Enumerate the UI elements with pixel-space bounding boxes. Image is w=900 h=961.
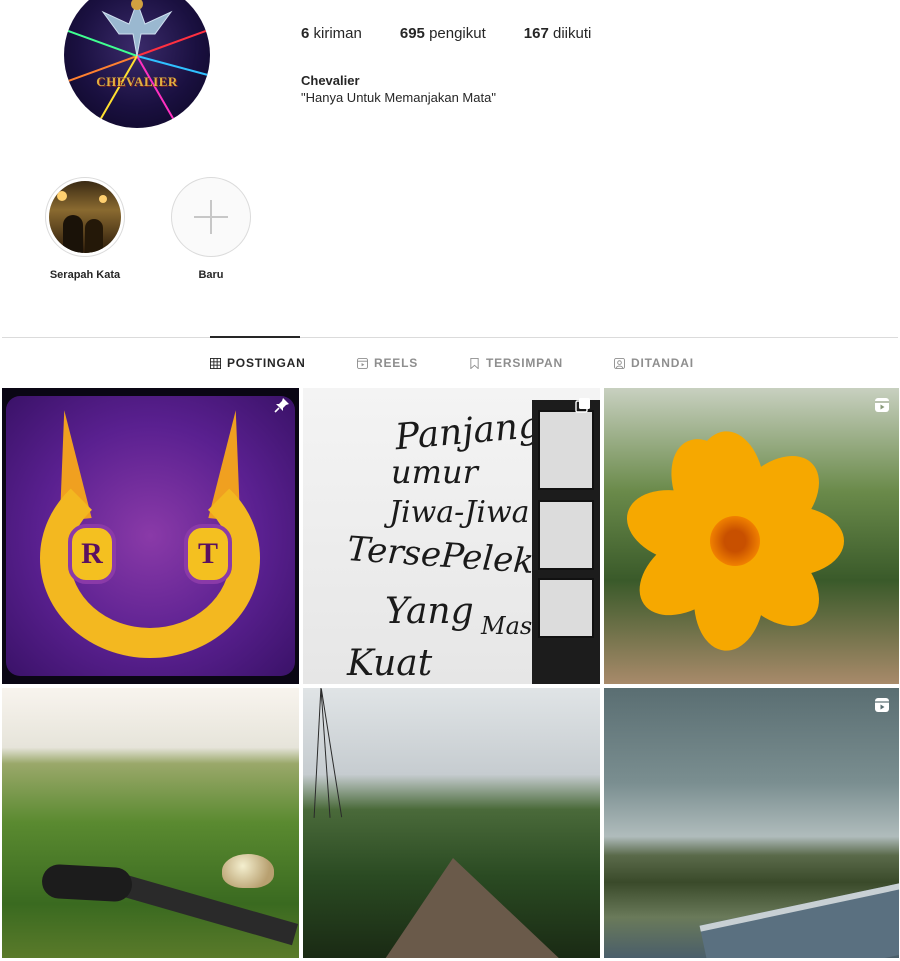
tab-label: TERSIMPAN [486,356,563,370]
reels-icon [357,357,368,369]
bridge-deck [383,858,563,958]
grid-icon [210,357,221,369]
tab-label: REELS [374,356,419,370]
profile-avatar[interactable]: CHEVALIER [64,0,210,128]
avatar-logo-text: CHEVALIER [96,74,178,89]
bookmark-icon [470,357,479,369]
followers-label: pengikut [429,25,486,42]
river [699,871,899,958]
bike-bell [222,854,274,888]
carousel-icon [575,398,590,413]
active-tab-indicator [210,336,300,338]
bike-grip [41,863,133,903]
post-tile[interactable] [604,688,899,958]
pin-icon [274,398,289,413]
tagged-icon [614,357,625,369]
following-count: 167 [523,25,549,42]
profile-tabs: POSTINGAN REELS TERSIMPAN DITANDAI [0,356,900,372]
highlight-label: Serapah Kata [49,269,121,281]
logo-letter-left: R [68,524,116,584]
tab-saved[interactable]: TERSIMPAN [469,356,563,370]
plus-icon [171,177,251,257]
highlight-cover [49,181,121,253]
tab-posts[interactable]: POSTINGAN [210,356,306,370]
reels-icon [875,398,889,412]
following-stat[interactable]: 167 diikuti [524,25,592,42]
followers-count: 695 [399,25,425,42]
power-wire [320,688,331,818]
graffiti-word: Yang [385,591,474,632]
reels-icon [875,698,889,712]
post-tile[interactable] [2,688,299,958]
followers-stat[interactable]: 695 pengikut [400,25,486,42]
tab-label: DITANDAI [631,356,694,370]
graffiti-word: Jiwa-Jiwa [389,495,530,530]
post-tile[interactable] [303,688,600,958]
post-tile[interactable] [604,388,899,684]
bio-name: Chevalier [301,73,360,88]
posts-stat: 6 kiriman [301,25,362,42]
tab-tagged[interactable]: DITANDAI [614,356,694,370]
graffiti-word: Kuat [347,643,433,684]
highlight-new[interactable]: Baru [170,177,252,281]
graffiti-word: umur [391,453,478,491]
posts-count: 6 [301,25,310,42]
flower-center [710,516,760,566]
bio-text: "Hanya Untuk Memanjakan Mata" [301,90,496,105]
bike-handlebar [118,874,299,946]
logo-letter-right: T [184,524,232,584]
highlight-serapah-kata[interactable]: Serapah Kata [44,177,126,281]
tab-reels[interactable]: REELS [357,356,418,370]
highlight-label: Baru [198,269,224,281]
wall-posters [532,400,600,684]
power-wire [313,688,322,818]
tab-label: POSTINGAN [227,356,306,370]
graffiti-word: Panjang [393,404,543,459]
highlight-ring [45,177,125,257]
wings-emblem-icon [101,0,173,57]
post-tile[interactable]: Panjang umur Jiwa-Jiwa TersePelekan Yang… [303,388,600,684]
posts-label: kiriman [313,25,362,42]
tabs-divider [2,337,898,338]
post-tile[interactable]: R T [2,388,299,684]
following-label: diikuti [552,25,592,42]
profile-stats: 6 kiriman 695 pengikut 167 diikuti [301,25,591,42]
